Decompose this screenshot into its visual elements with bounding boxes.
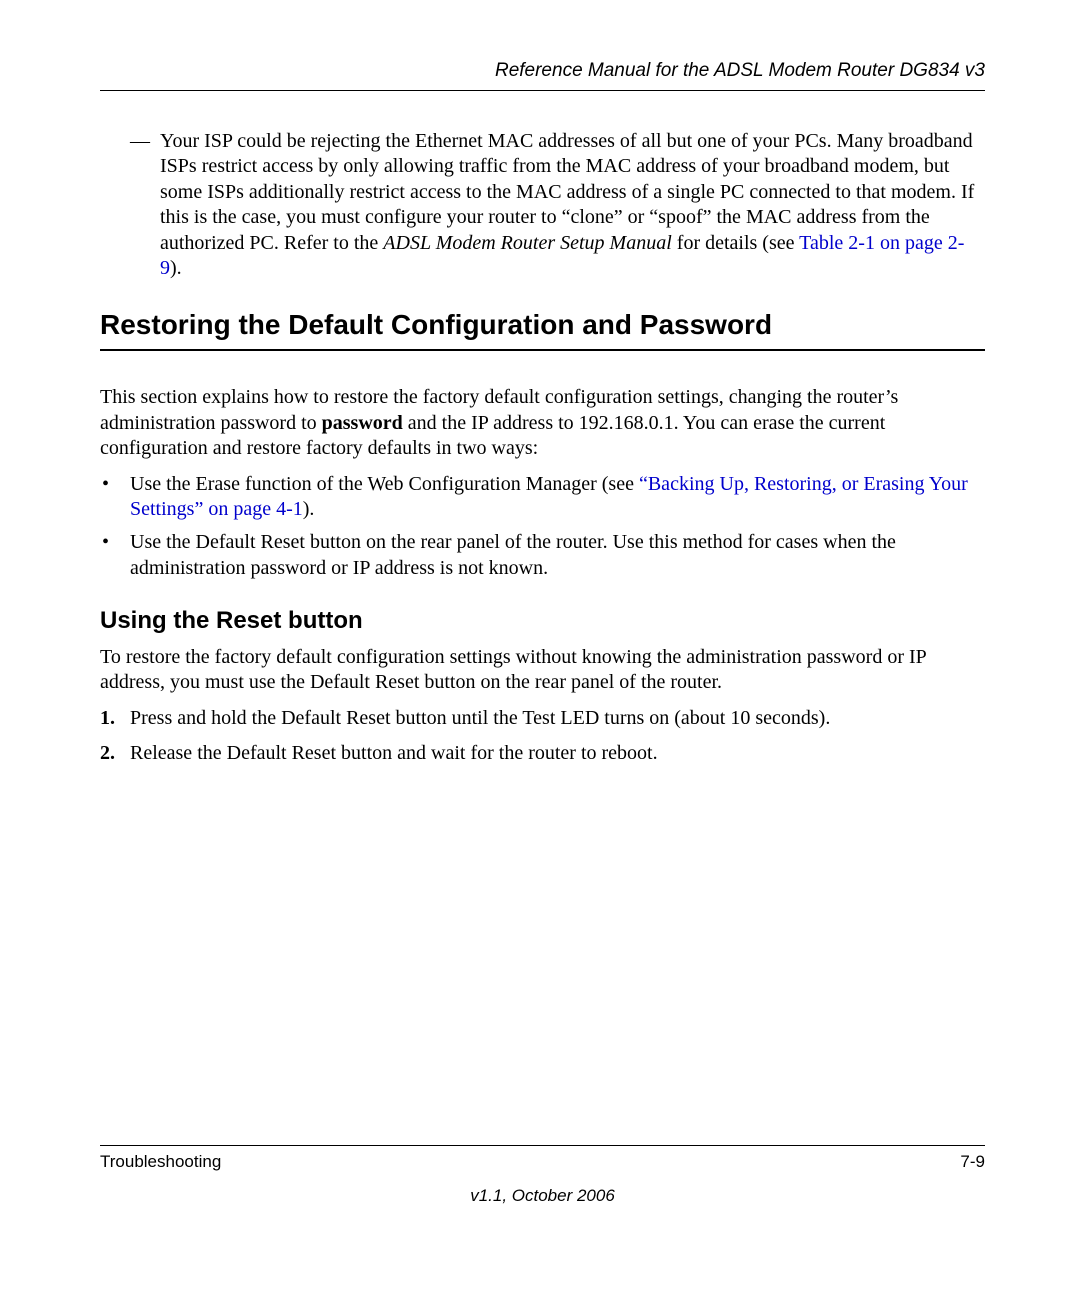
list-item: • Use the Erase function of the Web Conf…	[100, 472, 985, 523]
step-number: 2.	[100, 741, 130, 766]
section-heading: Restoring the Default Configuration and …	[100, 309, 985, 341]
footer-rule	[100, 1145, 985, 1146]
bullet-marker: •	[100, 530, 130, 581]
dash-text-2: for details (see	[672, 232, 799, 254]
header-rule	[100, 90, 985, 91]
step-number: 1.	[100, 706, 130, 731]
bullet-content: Use the Erase function of the Web Config…	[130, 472, 985, 523]
list-item: 2. Release the Default Reset button and …	[100, 741, 985, 766]
ordered-list: 1. Press and hold the Default Reset butt…	[100, 706, 985, 767]
bullet-text-1: Use the Erase function of the Web Config…	[130, 473, 639, 495]
dash-content: Your ISP could be rejecting the Ethernet…	[160, 129, 985, 281]
dash-list-item: — Your ISP could be rejecting the Ethern…	[130, 129, 985, 281]
page-content: Reference Manual for the ADSL Modem Rout…	[0, 0, 1080, 767]
intro-bold: password	[322, 412, 403, 434]
step-text: Release the Default Reset button and wai…	[130, 741, 985, 766]
footer-version: v1.1, October 2006	[100, 1186, 985, 1206]
dash-ref-italic: ADSL Modem Router Setup Manual	[383, 232, 672, 254]
step-text: Press and hold the Default Reset button …	[130, 706, 985, 731]
intro-paragraph: This section explains how to restore the…	[100, 385, 985, 461]
bullet-text-1: Use the Default Reset button on the rear…	[130, 531, 896, 578]
dash-marker: —	[130, 129, 160, 281]
footer: Troubleshooting 7-9 v1.1, October 2006	[100, 1145, 985, 1206]
sub-intro-paragraph: To restore the factory default configura…	[100, 645, 985, 696]
bullet-content: Use the Default Reset button on the rear…	[130, 530, 985, 581]
list-item: • Use the Default Reset button on the re…	[100, 530, 985, 581]
list-item: 1. Press and hold the Default Reset butt…	[100, 706, 985, 731]
footer-row: Troubleshooting 7-9	[100, 1152, 985, 1172]
bullet-marker: •	[100, 472, 130, 523]
dash-text-3: ).	[170, 257, 182, 279]
subheading: Using the Reset button	[100, 607, 985, 635]
heading-rule	[100, 349, 985, 351]
bullet-list: • Use the Erase function of the Web Conf…	[100, 472, 985, 582]
footer-left: Troubleshooting	[100, 1152, 221, 1172]
bullet-text-2: ).	[303, 498, 315, 520]
footer-page-number: 7-9	[960, 1152, 985, 1172]
header-title: Reference Manual for the ADSL Modem Rout…	[100, 60, 985, 90]
